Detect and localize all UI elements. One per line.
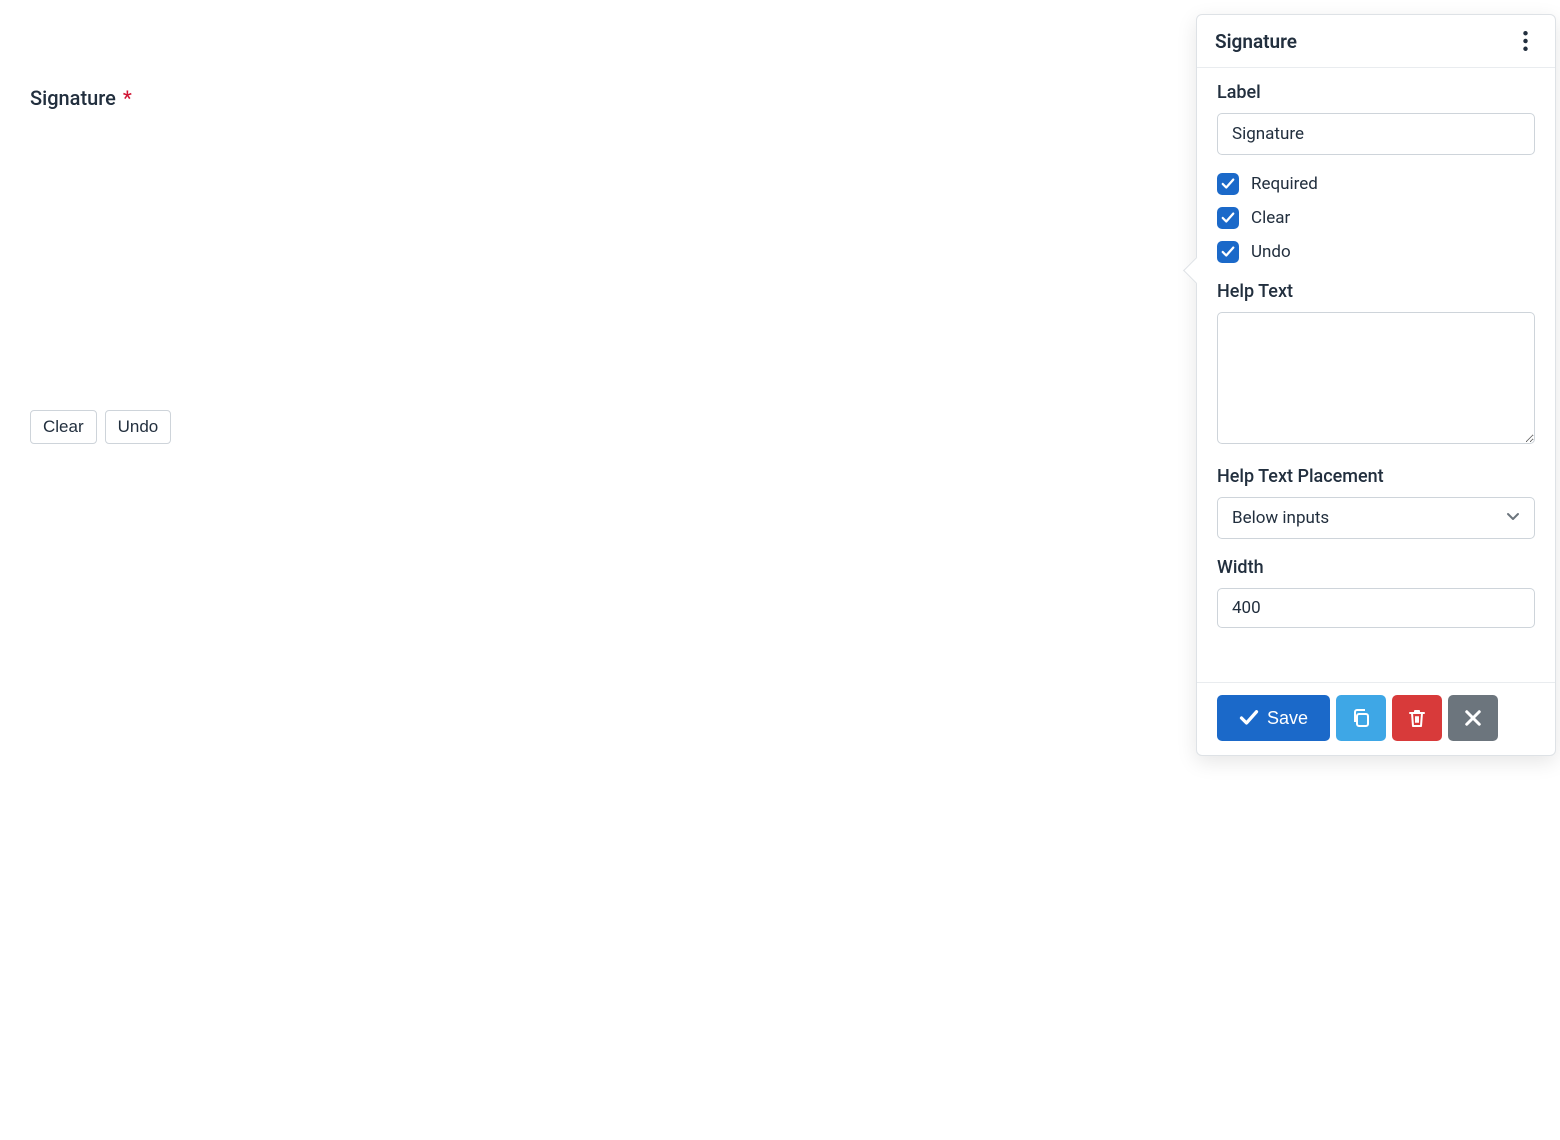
undo-checkbox-row[interactable]: Undo — [1217, 241, 1535, 263]
label-input[interactable] — [1217, 113, 1535, 155]
kebab-icon — [1523, 31, 1528, 51]
clear-button[interactable]: Clear — [30, 410, 97, 444]
save-button[interactable]: Save — [1217, 695, 1330, 741]
close-button[interactable] — [1448, 695, 1498, 741]
properties-panel: Signature Label Required — [1196, 14, 1556, 756]
label-group: Label — [1217, 82, 1535, 155]
help-text-input[interactable] — [1217, 312, 1535, 444]
required-marker: * — [123, 86, 132, 110]
help-placement-group: Help Text Placement Below inputs — [1217, 466, 1535, 539]
panel-footer: Save — [1197, 682, 1555, 755]
panel-header: Signature — [1197, 15, 1555, 68]
signature-preview: Signature * Clear Undo — [0, 0, 680, 468]
undo-checkbox[interactable] — [1217, 241, 1239, 263]
check-icon — [1221, 211, 1235, 225]
label-field-label: Label — [1217, 82, 1535, 103]
help-placement-label: Help Text Placement — [1217, 466, 1535, 487]
copy-icon — [1351, 708, 1371, 728]
help-text-label: Help Text — [1217, 281, 1535, 302]
field-label: Signature * — [30, 86, 656, 110]
check-icon — [1221, 245, 1235, 259]
panel-body: Label Required Clear Undo — [1197, 68, 1555, 682]
width-group: Width — [1217, 557, 1535, 628]
signature-actions: Clear Undo — [30, 410, 656, 444]
close-icon — [1463, 708, 1483, 728]
trash-icon — [1407, 708, 1427, 728]
required-checkbox-row[interactable]: Required — [1217, 173, 1535, 195]
width-input[interactable] — [1217, 588, 1535, 628]
help-placement-select[interactable]: Below inputs — [1217, 497, 1535, 539]
field-label-text: Signature — [30, 86, 116, 110]
required-checkbox[interactable] — [1217, 173, 1239, 195]
copy-button[interactable] — [1336, 695, 1386, 741]
panel-title: Signature — [1215, 30, 1297, 53]
clear-checkbox-label: Clear — [1251, 208, 1290, 228]
width-label: Width — [1217, 557, 1535, 578]
checkbox-group: Required Clear Undo — [1217, 173, 1535, 263]
clear-checkbox[interactable] — [1217, 207, 1239, 229]
save-button-label: Save — [1267, 708, 1308, 729]
delete-button[interactable] — [1392, 695, 1442, 741]
more-options-button[interactable] — [1513, 27, 1537, 55]
required-checkbox-label: Required — [1251, 174, 1318, 194]
clear-checkbox-row[interactable]: Clear — [1217, 207, 1535, 229]
undo-checkbox-label: Undo — [1251, 242, 1291, 262]
check-icon — [1239, 708, 1259, 728]
help-text-group: Help Text — [1217, 281, 1535, 448]
check-icon — [1221, 177, 1235, 191]
undo-button[interactable]: Undo — [105, 410, 172, 444]
